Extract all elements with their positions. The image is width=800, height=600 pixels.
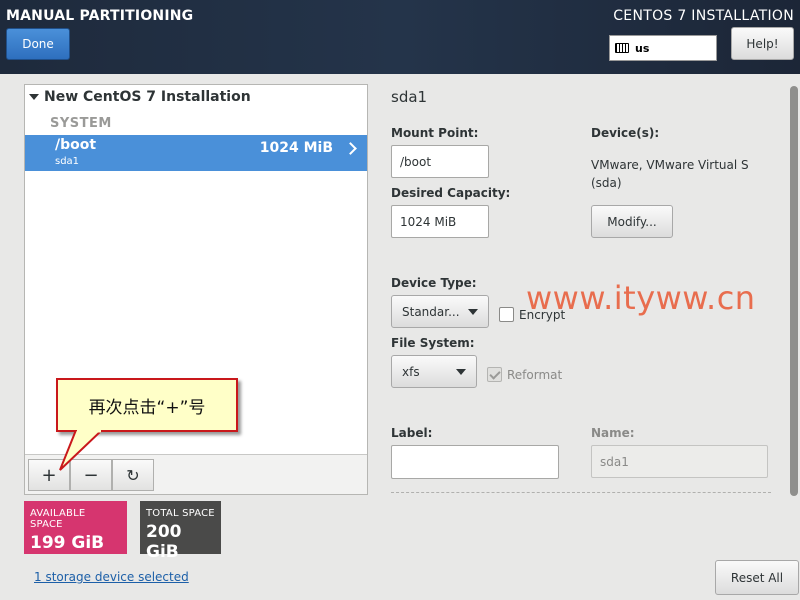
partition-size: 1024 MiB xyxy=(259,140,333,156)
callout-pointer xyxy=(59,430,104,471)
detail-scrollbar[interactable] xyxy=(790,86,798,496)
device-type-label: Device Type: xyxy=(391,276,477,290)
section-divider xyxy=(391,492,771,493)
mount-point-label: Mount Point: xyxy=(391,126,479,140)
page-title: MANUAL PARTITIONING xyxy=(6,8,194,24)
encrypt-checkbox[interactable] xyxy=(499,307,514,322)
partition-device: sda1 xyxy=(55,156,80,167)
keyboard-icon xyxy=(615,43,629,53)
partition-row-boot[interactable]: /boot sda1 1024 MiB xyxy=(25,135,367,171)
total-space-label: TOTAL SPACE xyxy=(146,508,215,519)
modify-button[interactable]: Modify... xyxy=(591,205,673,238)
total-space-value: 200 GiB xyxy=(146,522,182,562)
system-group-label: SYSTEM xyxy=(50,116,112,131)
top-header: MANUAL PARTITIONING Done CENTOS 7 INSTAL… xyxy=(0,0,800,74)
device-type-value: Standar... xyxy=(402,304,460,319)
reset-all-button[interactable]: Reset All xyxy=(715,560,799,595)
dropdown-arrow-icon xyxy=(468,309,478,315)
file-system-label: File System: xyxy=(391,336,475,350)
selected-partition-title: sda1 xyxy=(391,88,428,106)
devices-line-2: (sda) xyxy=(591,176,622,190)
devices-description: VMware, VMware Virtual S (sda) xyxy=(591,156,749,192)
devices-label: Device(s): xyxy=(591,126,660,140)
label-input[interactable] xyxy=(391,445,559,479)
done-button[interactable]: Done xyxy=(6,28,70,60)
annotation-callout: 再次点击“+”号 xyxy=(56,378,238,432)
installation-title: New CentOS 7 Installation xyxy=(44,89,251,105)
expand-triangle-icon xyxy=(29,94,39,100)
device-type-select[interactable]: Standar... xyxy=(391,295,489,328)
chevron-right-icon xyxy=(344,142,357,155)
desired-capacity-label: Desired Capacity: xyxy=(391,186,511,200)
desired-capacity-input[interactable]: 1024 MiB xyxy=(391,205,489,238)
name-input: sda1 xyxy=(591,445,768,478)
keyboard-layout-indicator[interactable]: us xyxy=(609,35,717,61)
file-system-value: xfs xyxy=(402,364,420,379)
help-button[interactable]: Help! xyxy=(731,27,794,60)
available-space-tile: AVAILABLE SPACE 199 GiB xyxy=(24,501,127,554)
installation-expander[interactable]: New CentOS 7 Installation xyxy=(29,89,251,105)
available-space-label: AVAILABLE SPACE xyxy=(30,508,86,530)
storage-devices-link[interactable]: 1 storage device selected xyxy=(34,570,189,584)
total-space-tile: TOTAL SPACE 200 GiB xyxy=(140,501,221,562)
reformat-label: Reformat xyxy=(507,367,563,382)
install-title: CENTOS 7 INSTALLATION xyxy=(613,8,794,24)
scrollbar-thumb[interactable] xyxy=(790,86,798,496)
devices-line-1: VMware, VMware Virtual S xyxy=(591,158,749,172)
available-space-value: 199 GiB xyxy=(30,533,105,553)
name-field-label: Name: xyxy=(591,426,635,440)
reformat-checkbox xyxy=(487,367,502,382)
partition-name: /boot xyxy=(55,137,97,153)
watermark: www.ityww.cn xyxy=(526,279,756,317)
reformat-checkbox-row: Reformat xyxy=(487,367,562,382)
dropdown-arrow-icon xyxy=(456,369,466,375)
keyboard-layout-label: us xyxy=(635,41,650,55)
label-field-label: Label: xyxy=(391,426,433,440)
mount-point-input[interactable]: /boot xyxy=(391,145,489,178)
refresh-icon[interactable]: ↻ xyxy=(112,459,154,491)
file-system-select[interactable]: xfs xyxy=(391,355,477,388)
